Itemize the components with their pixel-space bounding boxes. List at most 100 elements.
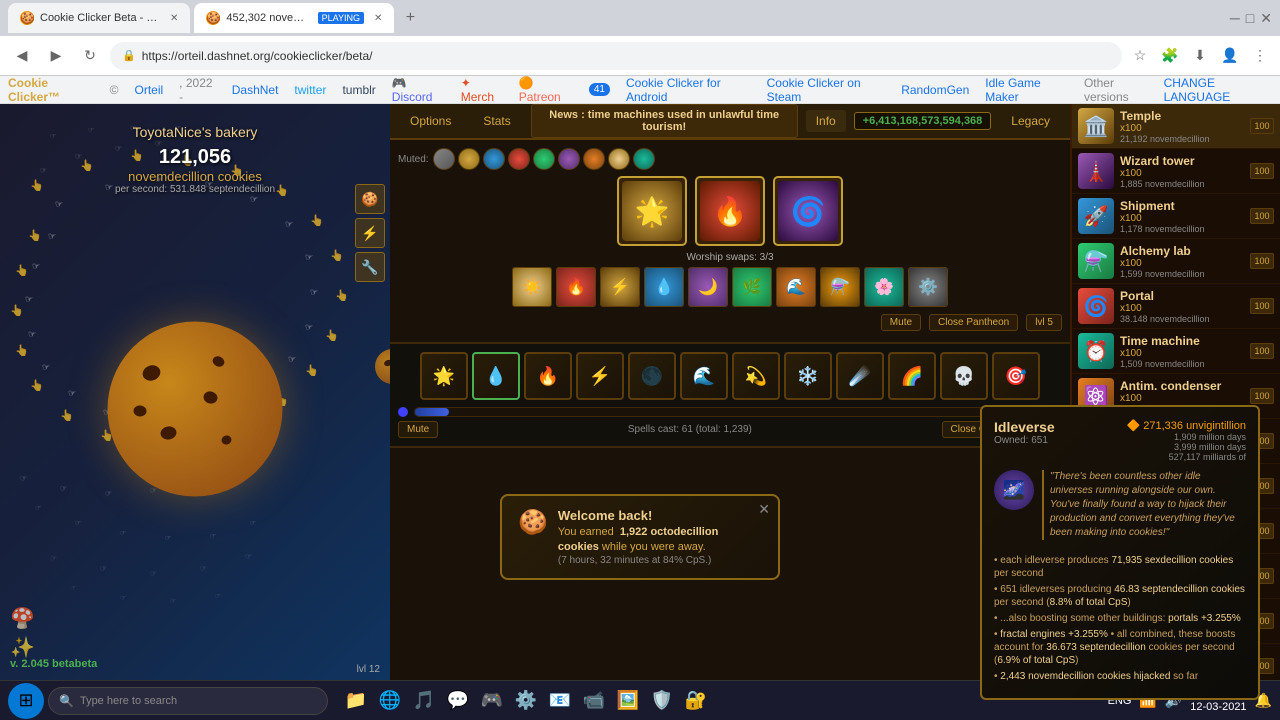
deity-1[interactable]: ☀️	[512, 267, 552, 307]
extension-icon[interactable]: 🧩	[1158, 44, 1182, 68]
info-button[interactable]: Info	[806, 110, 846, 132]
building-time-machine[interactable]: ⏰ Time machine x100 1,509 novemdecillion…	[1072, 329, 1280, 374]
deity-6[interactable]: 🌿	[732, 267, 772, 307]
building-wizard-tower[interactable]: 🗼 Wizard tower x100 1,885 novemdecillion…	[1072, 149, 1280, 194]
deco-icon-1: 🍄	[10, 606, 35, 631]
building-temple[interactable]: 🏛️ Temple x100 21,192 novemdecillion 100	[1072, 104, 1280, 149]
notification-close-button[interactable]: ✕	[758, 501, 770, 518]
taskbar-app-browser[interactable]: 🌐	[374, 685, 406, 717]
big-cookie-button[interactable]	[108, 322, 283, 497]
taskbar-app-photos[interactable]: 🖼️	[612, 685, 644, 717]
spell-9[interactable]: ☄️	[836, 352, 884, 400]
deity-5[interactable]: 🌙	[688, 267, 728, 307]
taskbar-app-settings[interactable]: ⚙️	[510, 685, 542, 717]
bookmark-idlegame[interactable]: Idle Game Maker	[985, 76, 1068, 104]
shipment-name: Shipment	[1120, 199, 1248, 213]
download-icon[interactable]: ⬇	[1188, 44, 1212, 68]
taskbar-app-mail[interactable]: 📧	[544, 685, 576, 717]
tab-1[interactable]: 🍪 Cookie Clicker Beta - Goo... ✕	[8, 3, 190, 33]
building-shipment[interactable]: 🚀 Shipment x100 1,178 novemdecillion 100	[1072, 194, 1280, 239]
taskbar-search-box[interactable]: 🔍 Type here to search	[48, 687, 328, 715]
bookmark-android[interactable]: Cookie Clicker for Android	[626, 76, 751, 104]
spell-8[interactable]: ❄️	[784, 352, 832, 400]
building-portal[interactable]: 🌀 Portal x100 38.148 novemdecillion 100	[1072, 284, 1280, 329]
deity-8[interactable]: ⚗️	[820, 267, 860, 307]
muted-label: Muted:	[398, 154, 429, 165]
spell-2[interactable]: 💧	[472, 352, 520, 400]
icon-btn-2[interactable]: ⚡	[355, 218, 385, 248]
menu-icon[interactable]: ⋮	[1248, 44, 1272, 68]
deity-10[interactable]: ⚙️	[908, 267, 948, 307]
bookmark-tumblr[interactable]: tumblr	[342, 83, 375, 97]
taskbar-app-spotify[interactable]: 🎵	[408, 685, 440, 717]
start-button[interactable]: ⊞	[8, 683, 44, 719]
spell-3[interactable]: 🔥	[524, 352, 572, 400]
options-tab[interactable]: Options	[398, 110, 463, 132]
close-window-button[interactable]: ✕	[1260, 10, 1272, 27]
stats-tab[interactable]: Stats	[471, 110, 522, 132]
mute-pantheon-button[interactable]: Mute	[881, 314, 921, 331]
deity-4[interactable]: 💧	[644, 267, 684, 307]
taskbar-app-vpn[interactable]: 🔐	[680, 685, 712, 717]
tab-2-favicon: 🍪	[206, 11, 220, 25]
spell-4[interactable]: ⚡	[576, 352, 624, 400]
pantheon-slot-3[interactable]: 🌀	[773, 176, 843, 246]
maximize-button[interactable]: □	[1246, 10, 1254, 26]
bookmarks-bar: Cookie Clicker™ © Orteil , 2022 - DashNe…	[0, 76, 1280, 104]
tooltip-description: "There's been countless other idle unive…	[1042, 470, 1070, 540]
spell-6[interactable]: 🌊	[680, 352, 728, 400]
bookmark-patreon[interactable]: 🟠 Patreon	[519, 76, 573, 104]
bookmark-otherversions[interactable]: Other versions	[1084, 76, 1154, 104]
spell-11[interactable]: 💀	[940, 352, 988, 400]
refresh-button[interactable]: ↻	[76, 42, 104, 70]
address-bar[interactable]: 🔒 https://orteil.dashnet.org/cookieclick…	[110, 42, 1122, 70]
bookmark-twitter[interactable]: twitter	[294, 83, 326, 97]
bookmark-changelang[interactable]: CHANGE LANGUAGE	[1164, 76, 1272, 104]
minimize-button[interactable]: ─	[1230, 10, 1240, 26]
deity-2[interactable]: 🔥	[556, 267, 596, 307]
back-button[interactable]: ◀	[8, 42, 36, 70]
spell-7[interactable]: 💫	[732, 352, 780, 400]
taskbar-app-file-explorer[interactable]: 📁	[340, 685, 372, 717]
spell-5[interactable]: 🌑	[628, 352, 676, 400]
star-icon[interactable]: ☆	[1128, 44, 1152, 68]
lock-icon: 🔒	[122, 49, 136, 62]
close-pantheon-button[interactable]: Close Pantheon	[929, 314, 1018, 331]
legacy-tab[interactable]: Legacy	[999, 110, 1062, 132]
pantheon-slot-1[interactable]: 🌟	[617, 176, 687, 246]
profile-icon[interactable]: 👤	[1218, 44, 1242, 68]
pantheon-slot-2[interactable]: 🔥	[695, 176, 765, 246]
bookmark-cookieclicker[interactable]: Cookie Clicker™	[8, 76, 94, 104]
notification-title: Welcome back!	[558, 508, 718, 523]
building-alchemy-lab[interactable]: ⚗️ Alchemy lab x100 1,599 novemdecillion…	[1072, 239, 1280, 284]
bookmark-merch[interactable]: ✦ Merch	[461, 76, 503, 104]
deity-3[interactable]: ⚡	[600, 267, 640, 307]
bookmark-steam[interactable]: Cookie Clicker on Steam	[767, 76, 886, 104]
tab-1-close[interactable]: ✕	[170, 13, 178, 24]
portal-count: x100	[1120, 303, 1248, 314]
icon-btn-3[interactable]: 🔧	[355, 252, 385, 282]
mana-dot	[398, 407, 408, 417]
spell-1[interactable]: 🌟	[420, 352, 468, 400]
forward-button[interactable]: ▶	[42, 42, 70, 70]
new-tab-button[interactable]: +	[398, 6, 422, 30]
temple-count: x100	[1120, 123, 1248, 134]
portal-name: Portal	[1120, 289, 1248, 303]
spell-10[interactable]: 🌈	[888, 352, 936, 400]
tab-2-close[interactable]: ✕	[374, 13, 382, 24]
bookmark-randomgen[interactable]: RandomGen	[901, 83, 969, 97]
bookmark-discord[interactable]: 🎮 Discord	[392, 76, 445, 104]
icon-btn-1[interactable]: 🍪	[355, 184, 385, 214]
taskbar-app-steam[interactable]: 🎮	[476, 685, 508, 717]
deco-icon-2: ✨	[10, 635, 35, 660]
bookmark-dashnet[interactable]: DashNet	[232, 83, 279, 97]
spell-12[interactable]: 🎯	[992, 352, 1040, 400]
deity-9[interactable]: 🌸	[864, 267, 904, 307]
bookmark-orteil[interactable]: Orteil	[135, 83, 164, 97]
mute-grimoire-button[interactable]: Mute	[398, 421, 438, 438]
tab-2[interactable]: 🍪 452,302 novemdecillion c... PLAYING ✕	[194, 3, 394, 33]
taskbar-app-video[interactable]: 📹	[578, 685, 610, 717]
taskbar-app-discord[interactable]: 💬	[442, 685, 474, 717]
taskbar-app-shield[interactable]: 🛡️	[646, 685, 678, 717]
deity-7[interactable]: 🌊	[776, 267, 816, 307]
